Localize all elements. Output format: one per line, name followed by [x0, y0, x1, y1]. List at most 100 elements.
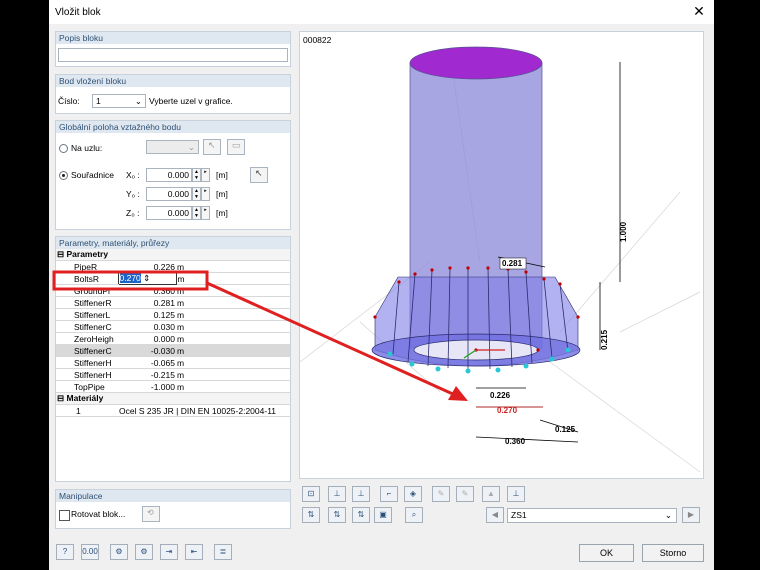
parameter-value[interactable]: 0.270 ⇕	[117, 272, 177, 285]
x-spinner[interactable]: ▲ ▼	[192, 168, 201, 182]
description-input[interactable]	[58, 48, 288, 62]
parameters-group: Parametry, materiály, průřezy ⊟ Parametr…	[55, 236, 291, 482]
help-button[interactable]: ?	[56, 544, 74, 560]
ok-button[interactable]: OK	[579, 544, 634, 562]
parameter-row[interactable]: GroundPl 0.360 m	[56, 284, 290, 297]
axis-z-icon: ⇅	[357, 510, 365, 519]
insert-block-dialog: Vložit blok ✕ Popis bloku Bod vložení bl…	[49, 0, 714, 570]
units-icon: 0.00	[82, 547, 98, 556]
parameter-value[interactable]: -0.215	[118, 368, 176, 381]
rotate-x-button[interactable]: ⇅	[302, 507, 320, 523]
spinner-icon[interactable]: ⇕	[141, 274, 150, 284]
parameter-value[interactable]: -0.030	[118, 344, 176, 357]
render-button-3[interactable]: ▲	[482, 486, 500, 502]
y-coordinate-input[interactable]: 0.000	[146, 187, 192, 201]
editing-value[interactable]: 0.270	[119, 273, 141, 283]
tool-button-1[interactable]: ⚙	[110, 544, 128, 560]
export-button[interactable]: ⇥	[160, 544, 178, 560]
parameter-row[interactable]: StiffenerC -0.030 m	[56, 344, 290, 357]
dim-plate-label: 0.360	[505, 437, 526, 446]
axis-x-icon: ⇅	[307, 510, 315, 519]
units-button[interactable]: 0.00	[81, 544, 99, 560]
view-x-button[interactable]: ⊥	[328, 486, 346, 502]
rotate-checkbox[interactable]	[59, 510, 70, 521]
cancel-button[interactable]: Storno	[642, 544, 704, 562]
prev-loadcase-button[interactable]: ◀	[486, 507, 504, 523]
dim-bolts-label: 0.270	[497, 406, 518, 415]
parameter-row[interactable]: StiffenerC 0.030 m	[56, 320, 290, 333]
material-row[interactable]: 1 Ocel S 235 JR | DIN EN 10025-2:2004-11	[56, 404, 290, 417]
parameter-name: GroundPl	[56, 284, 118, 297]
next-loadcase-button[interactable]: ▶	[682, 507, 700, 523]
rotate-z-button[interactable]: ⇅	[352, 507, 370, 523]
node-list-button[interactable]: ▭	[227, 139, 245, 155]
close-icon[interactable]: ✕	[691, 3, 707, 19]
z-arrow-button[interactable]: ▸	[201, 206, 210, 220]
pick-node-button[interactable]: ↖	[203, 139, 221, 155]
collapse-icon[interactable]: ⊟	[57, 393, 64, 403]
parameter-name: TopPipe	[56, 380, 118, 393]
dim-pipe-label: 0.226	[490, 391, 511, 400]
search-view-button[interactable]: ⌕	[405, 507, 423, 523]
parameter-unit: m	[176, 308, 211, 321]
parameter-row[interactable]: StiffenerL 0.125 m	[56, 308, 290, 321]
pick-point-button[interactable]: ↖	[250, 167, 268, 183]
loadcase-value: ZS1	[511, 510, 527, 520]
z-spinner[interactable]: ▲ ▼	[192, 206, 201, 220]
parameter-name: BoltsR	[56, 272, 118, 285]
import-button[interactable]: ⇤	[185, 544, 203, 560]
render-button-1[interactable]: ✎	[432, 486, 450, 502]
on-node-radio[interactable]	[59, 144, 68, 153]
x-arrow-button[interactable]: ▸	[201, 168, 210, 182]
info-button[interactable]: ≣	[214, 544, 232, 560]
frame-button[interactable]: ▣	[374, 507, 392, 523]
x-coordinate-input[interactable]: 0.000	[146, 168, 192, 182]
parameter-row[interactable]: ZeroHeigh 0.000 m	[56, 332, 290, 345]
parameter-value[interactable]: 0.281	[118, 296, 176, 309]
parameter-value[interactable]: 0.030	[118, 320, 176, 333]
parameter-unit: m	[176, 344, 211, 357]
coordinates-radio[interactable]	[59, 171, 68, 180]
parameter-value[interactable]: 0.125	[118, 308, 176, 321]
parameter-value[interactable]: 0.000	[118, 332, 176, 345]
node-number-select[interactable]: 1 ⌄	[92, 94, 146, 108]
y-arrow-button[interactable]: ▸	[201, 187, 210, 201]
render-button-2[interactable]: ✎	[456, 486, 474, 502]
material-number: 1	[56, 404, 118, 417]
section-row-parameters[interactable]: ⊟ Parametry	[56, 249, 290, 261]
parameter-row[interactable]: BoltsR 0.270 ⇕ m	[56, 272, 290, 285]
view-iso-button[interactable]: ◈	[404, 486, 422, 502]
dim-height-label: 1.000	[619, 221, 628, 242]
view-z-button[interactable]: ⌐	[380, 486, 398, 502]
support-button[interactable]: ⊥	[507, 486, 525, 502]
parameter-value[interactable]: -1.000	[118, 380, 176, 393]
collapse-icon[interactable]: ⊟	[57, 249, 64, 259]
view-y-button[interactable]: ⊥	[352, 486, 370, 502]
parameter-name: StiffenerC	[56, 344, 118, 357]
rotate-y-button[interactable]: ⇅	[328, 507, 346, 523]
graphics-viewport[interactable]: 000822 0.281 1.000 0.215 0.226 0.270 0.1…	[299, 31, 704, 479]
parameter-row[interactable]: StiffenerR 0.281 m	[56, 296, 290, 309]
view-x-icon: ⊥	[333, 489, 341, 498]
parameter-row[interactable]: StiffenerH -0.215 m	[56, 368, 290, 381]
tool-button-2[interactable]: ⚙	[135, 544, 153, 560]
parameter-value[interactable]: -0.065	[118, 356, 176, 369]
view-zoom-button[interactable]: ⊡	[302, 486, 320, 502]
chevron-down-icon: ⌄	[134, 96, 142, 106]
parameter-row[interactable]: StiffenerH -0.065 m	[56, 356, 290, 369]
solid-icon: ▲	[487, 489, 495, 498]
parameter-row[interactable]: PipeR 0.226 m	[56, 260, 290, 273]
dim-stiff-label: 0.125	[555, 425, 576, 434]
z-coordinate-input[interactable]: 0.000	[146, 206, 192, 220]
parameter-unit: m	[176, 260, 211, 273]
parameter-value[interactable]: 0.226	[118, 260, 176, 273]
insertion-header: Bod vložení bloku	[56, 75, 290, 87]
parameter-value[interactable]: 0.360	[118, 284, 176, 297]
section-row-materials[interactable]: ⊟ Materiály	[56, 392, 290, 405]
rotate-button[interactable]: ⟲	[142, 506, 160, 522]
y-unit: [m]	[216, 189, 228, 199]
on-node-select[interactable]: ⌄	[146, 140, 199, 154]
y-spinner[interactable]: ▲ ▼	[192, 187, 201, 201]
loadcase-select[interactable]: ZS1 ⌄	[507, 508, 677, 523]
parameter-row[interactable]: TopPipe -1.000 m	[56, 380, 290, 393]
